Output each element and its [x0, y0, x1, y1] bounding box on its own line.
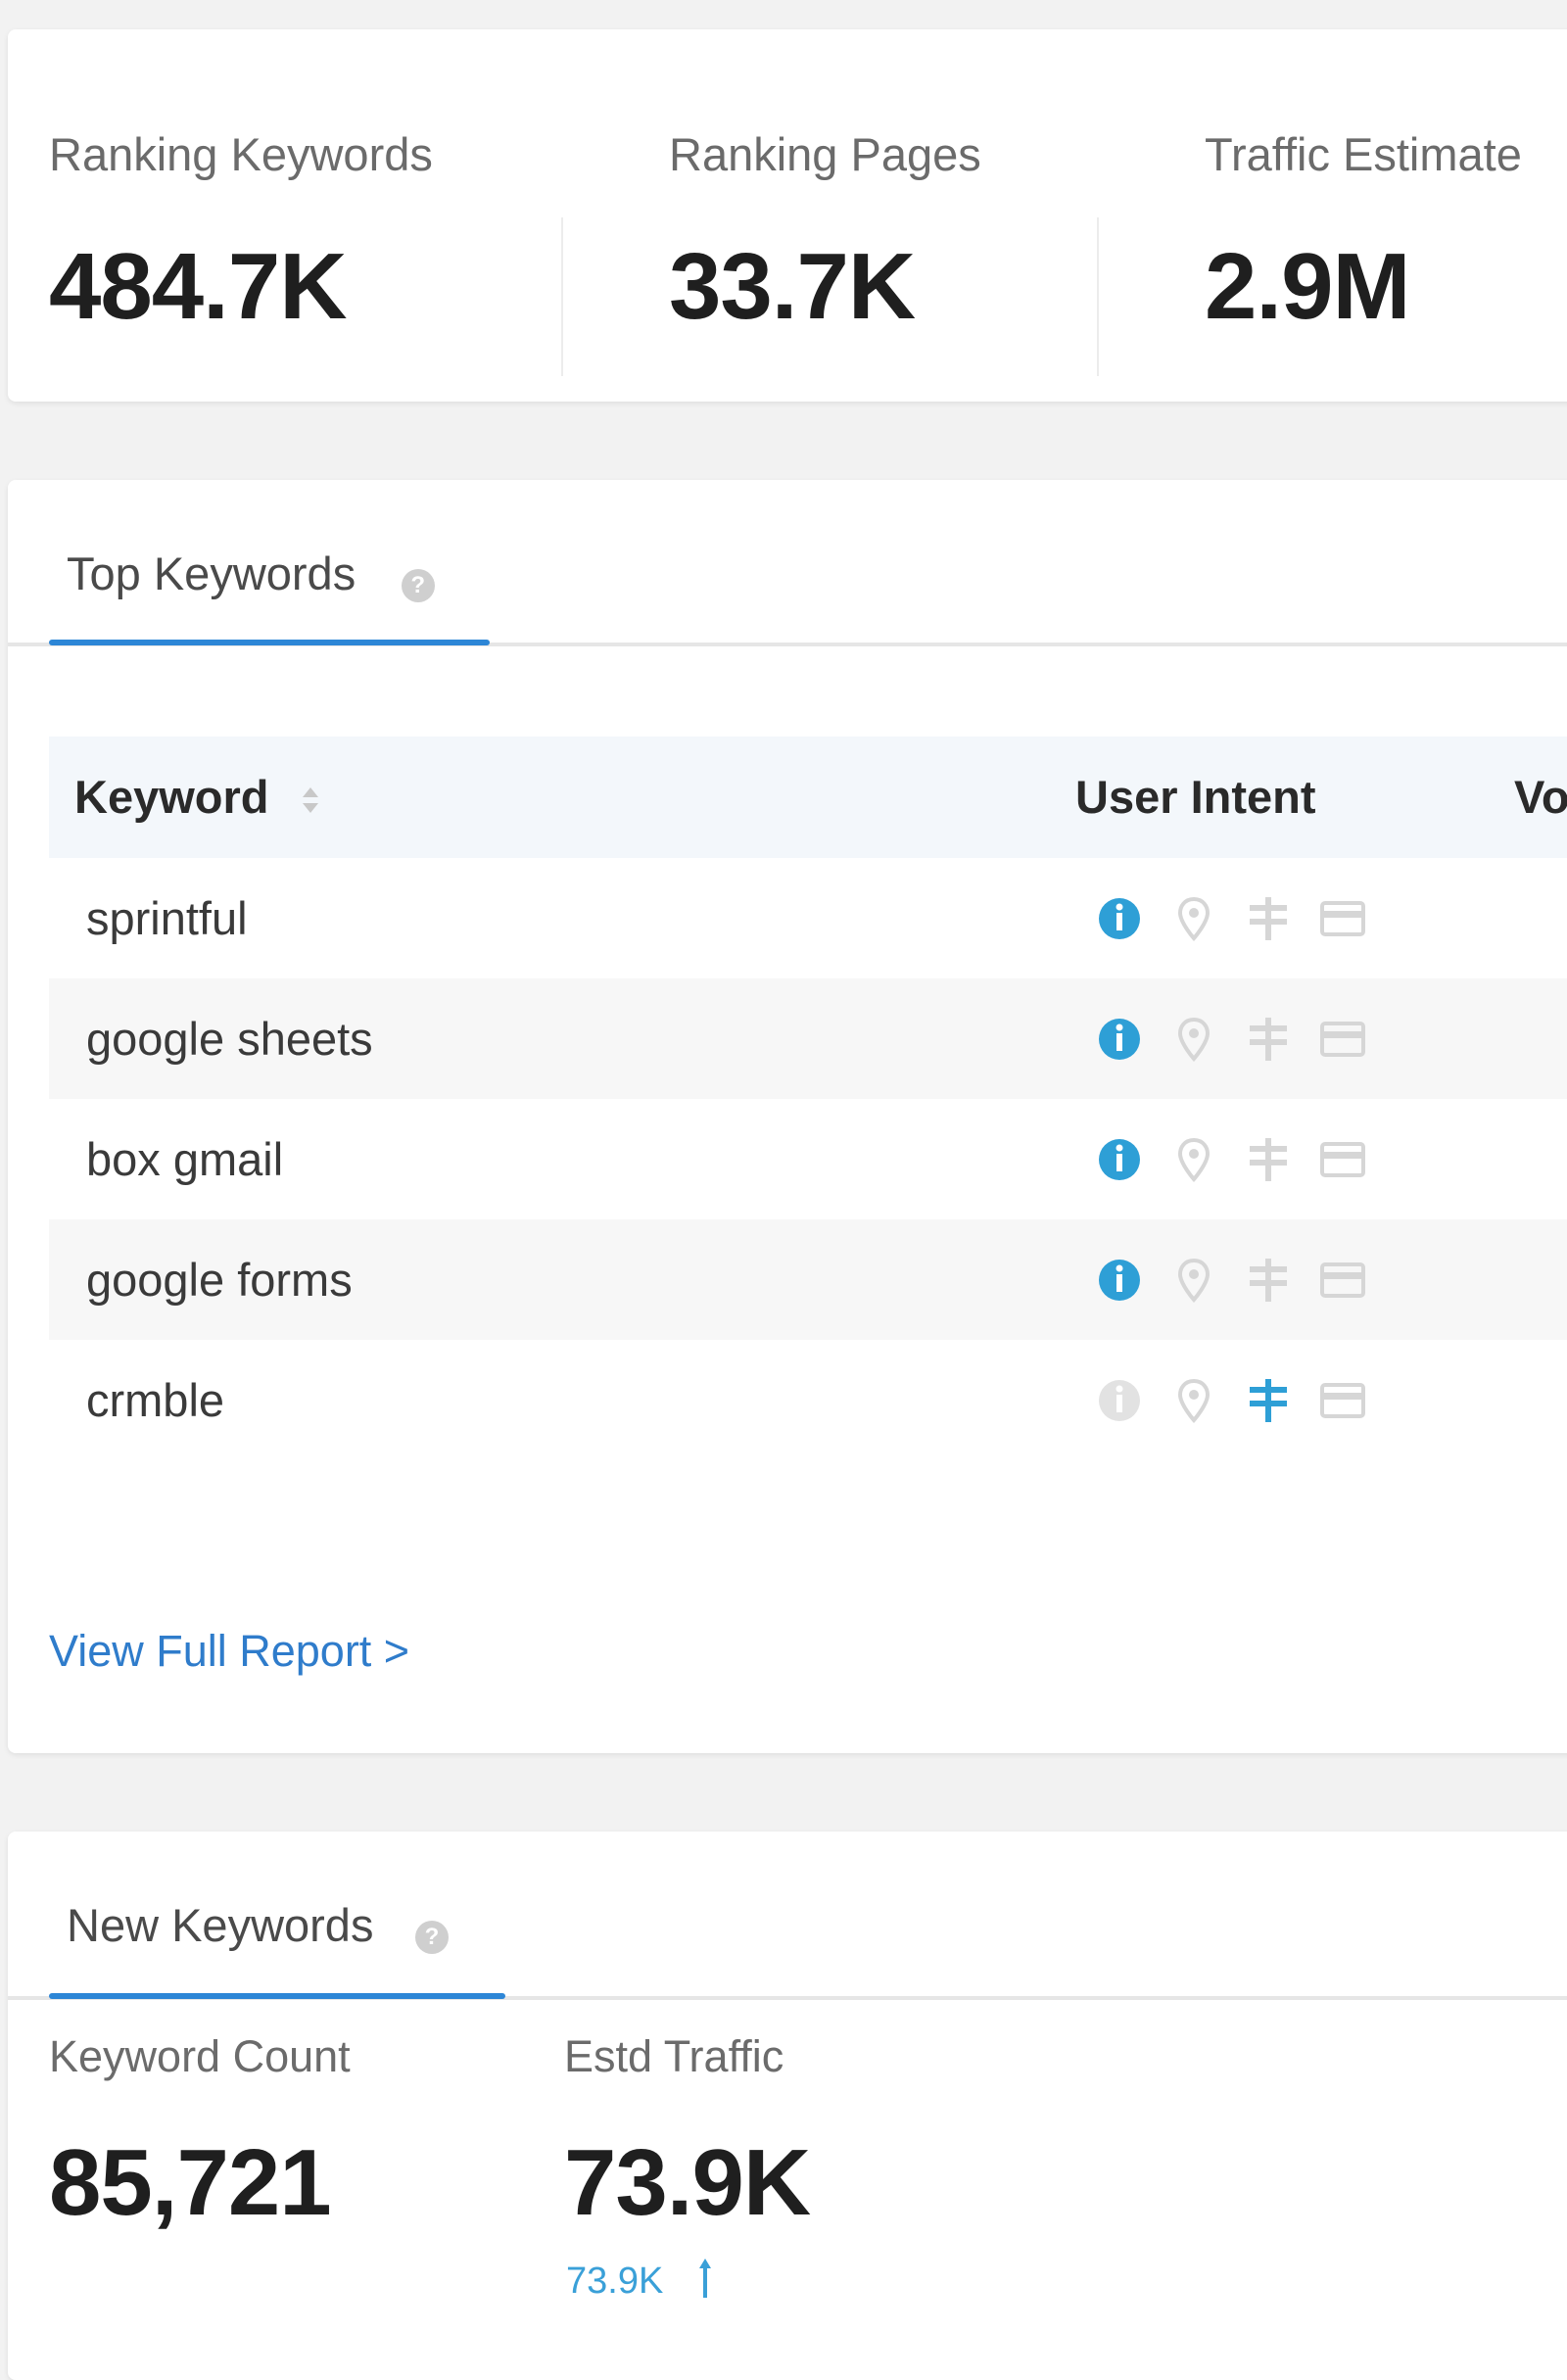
location-pin-icon[interactable] — [1169, 1134, 1218, 1185]
credit-card-icon[interactable] — [1318, 1134, 1367, 1185]
info-icon[interactable] — [1095, 893, 1144, 944]
table-header: Keyword User Intent Vol — [49, 737, 1567, 858]
table-row[interactable]: google forms — [49, 1219, 1567, 1340]
stat-label: Traffic Estimate — [1205, 128, 1522, 180]
estd-traffic-delta: 73.9K — [566, 2257, 713, 2309]
tab-label: New Keywords — [67, 1899, 374, 1951]
credit-card-icon[interactable] — [1318, 1014, 1367, 1065]
arrow-up-icon — [697, 2257, 713, 2309]
signpost-icon[interactable] — [1244, 1255, 1293, 1306]
estd-traffic-value: 73.9K — [564, 2130, 811, 2235]
table-row[interactable]: box gmail — [49, 1099, 1567, 1219]
signpost-icon[interactable] — [1244, 893, 1293, 944]
credit-card-icon[interactable] — [1318, 1375, 1367, 1426]
location-pin-icon[interactable] — [1169, 1014, 1218, 1065]
tab-top-keywords[interactable]: Top Keywords ? — [67, 547, 435, 602]
keyword-cell[interactable]: google sheets — [86, 978, 373, 1099]
column-header-volume[interactable]: Vol — [1514, 737, 1567, 858]
help-icon[interactable]: ? — [401, 568, 435, 602]
signpost-icon[interactable] — [1244, 1375, 1293, 1426]
column-header-label: Keyword — [74, 771, 269, 823]
stat-label: Ranking Pages — [669, 128, 981, 180]
stat-value: 2.9M — [1205, 234, 1410, 339]
table-row[interactable]: google sheets — [49, 978, 1567, 1099]
keyword-cell[interactable]: google forms — [86, 1219, 353, 1340]
top-keywords-card: Top Keywords ? Keyword User Intent Vol s… — [8, 480, 1567, 1753]
column-header-keyword[interactable]: Keyword — [74, 737, 321, 858]
delta-value: 73.9K — [566, 2261, 664, 2303]
divider — [1097, 217, 1099, 376]
stat-value: 33.7K — [669, 234, 916, 339]
credit-card-icon[interactable] — [1318, 1255, 1367, 1306]
info-icon[interactable] — [1095, 1134, 1144, 1185]
new-keywords-card: New Keywords ? Keyword Count 85,721 Estd… — [8, 1832, 1567, 2380]
divider — [561, 217, 563, 376]
help-icon[interactable]: ? — [414, 1920, 449, 1954]
table-row[interactable]: crmble — [49, 1340, 1567, 1460]
keyword-cell[interactable]: box gmail — [86, 1099, 283, 1219]
active-tab-indicator — [49, 640, 490, 645]
info-icon[interactable] — [1095, 1375, 1144, 1426]
keyword-cell[interactable]: sprintful — [86, 858, 248, 978]
info-icon[interactable] — [1095, 1014, 1144, 1065]
estd-traffic-label: Estd Traffic — [564, 2031, 784, 2081]
signpost-icon[interactable] — [1244, 1134, 1293, 1185]
tab-label: Top Keywords — [67, 547, 356, 599]
sort-icon[interactable] — [300, 740, 321, 862]
keyword-count-value: 85,721 — [49, 2130, 332, 2235]
signpost-icon[interactable] — [1244, 1014, 1293, 1065]
info-icon[interactable] — [1095, 1255, 1144, 1306]
active-tab-indicator — [49, 1993, 505, 1999]
tab-new-keywords[interactable]: New Keywords ? — [67, 1898, 449, 1954]
table-row[interactable]: sprintful — [49, 858, 1567, 978]
summary-stats-card: Ranking Keywords 484.7K Ranking Pages 33… — [8, 29, 1567, 402]
location-pin-icon[interactable] — [1169, 1375, 1218, 1426]
keyword-cell[interactable]: crmble — [86, 1340, 224, 1460]
column-header-user-intent: User Intent — [1075, 771, 1316, 823]
stat-label: Ranking Keywords — [49, 128, 433, 180]
credit-card-icon[interactable] — [1318, 893, 1367, 944]
keyword-count-label: Keyword Count — [49, 2031, 351, 2081]
view-full-report-link[interactable]: View Full Report > — [49, 1626, 409, 1677]
stat-value: 484.7K — [49, 234, 348, 339]
location-pin-icon[interactable] — [1169, 893, 1218, 944]
location-pin-icon[interactable] — [1169, 1255, 1218, 1306]
